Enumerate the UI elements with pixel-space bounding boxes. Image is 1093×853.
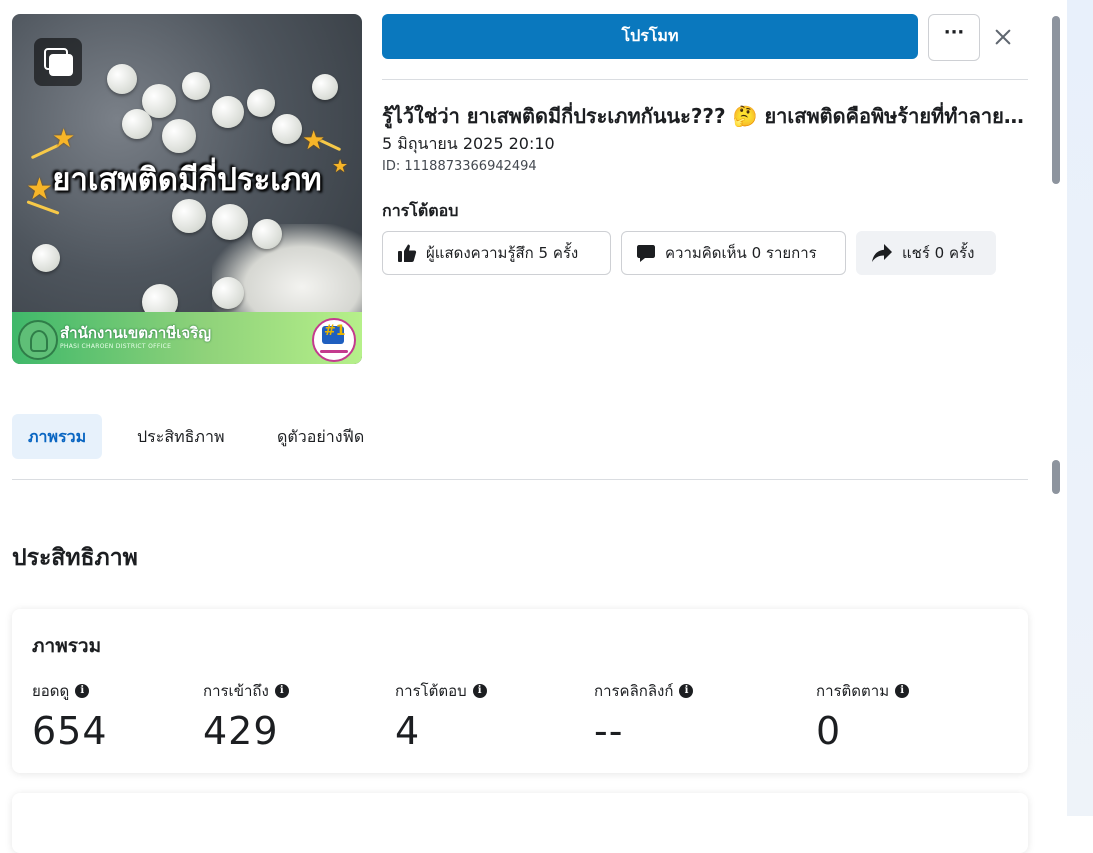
pill-decoration	[252, 219, 282, 249]
post-title: รู้ไว้ใช่ว่า ยาเสพติดมีกี่ประเภทกันนะ???…	[382, 104, 1028, 128]
pill-decoration	[182, 72, 210, 100]
thumbnail-overlay-title: ยาเสพติดมีกี่ประเภท	[52, 162, 322, 198]
next-card	[12, 793, 1028, 853]
scrollbar-thumb[interactable]	[1052, 16, 1060, 184]
pill-decoration	[247, 89, 275, 117]
performance-heading: ประสิทธิภาพ	[12, 545, 138, 571]
close-icon[interactable]	[990, 24, 1016, 50]
shares-button[interactable]: แชร์ 0 ครั้ง	[856, 231, 996, 275]
shares-label: แชร์ 0 ครั้ง	[902, 244, 975, 262]
metric-engagement: การโต้ตอบ i 4	[395, 679, 487, 753]
metric-value: 4	[395, 709, 421, 753]
pill-decoration	[212, 277, 244, 309]
comment-icon	[637, 245, 655, 262]
district-seal-icon	[18, 320, 58, 360]
metric-label: การคลิกลิงก์	[594, 682, 674, 700]
scrollbar-track[interactable]	[1047, 0, 1067, 816]
pill-decoration	[312, 74, 338, 100]
overview-card: ภาพรวม ยอดดู i 654 การเข้าถึง i 429 การโ…	[12, 609, 1028, 773]
pill-decoration	[107, 64, 137, 94]
divider	[12, 479, 1028, 480]
tab-performance[interactable]: ประสิทธิภาพ	[121, 414, 241, 459]
post-thumbnail[interactable]: ★ ★ ★ ★ ยาเสพติดมีกี่ประเภท สำนักงานเขตภ…	[12, 14, 362, 364]
pill-decoration	[162, 119, 196, 153]
pill-decoration	[272, 114, 302, 144]
promote-button[interactable]: โปรโมท	[382, 14, 918, 59]
metric-link-clicks: การคลิกลิงก์ i --	[594, 679, 694, 753]
more-options-button[interactable]: ···	[928, 14, 980, 61]
pill-decoration	[172, 199, 206, 233]
thumbnail-banner: สำนักงานเขตภาษีเจริญ PHASI CHAROEN DISTR…	[12, 312, 362, 364]
metric-views: ยอดดู i 654	[32, 679, 108, 753]
metric-label: การติดตาม	[816, 682, 890, 700]
star-icon: ★	[52, 124, 76, 154]
post-insights-panel: ★ ★ ★ ★ ยาเสพติดมีกี่ประเภท สำนักงานเขตภ…	[0, 0, 1047, 853]
info-icon[interactable]: i	[75, 684, 90, 698]
pill-decoration	[212, 204, 248, 240]
multiple-images-icon	[34, 38, 82, 86]
info-icon[interactable]: i	[679, 684, 694, 698]
metric-reach: การเข้าถึง i 429	[203, 679, 289, 753]
metric-value: 654	[32, 709, 108, 753]
tab-feed-preview[interactable]: ดูตัวอย่างฟีด	[261, 414, 380, 459]
metric-label: ยอดดู	[32, 682, 70, 700]
info-icon[interactable]: i	[472, 684, 487, 698]
info-icon[interactable]: i	[895, 684, 910, 698]
metric-value: --	[594, 709, 624, 753]
post-id: ID: 1118873366942494	[382, 159, 537, 174]
banner-text-en: PHASI CHAROEN DISTRICT OFFICE	[60, 343, 172, 350]
pill-decoration	[122, 109, 152, 139]
metric-follows: การติดตาม i 0	[816, 679, 910, 753]
page-background-strip	[1067, 0, 1093, 816]
overview-card-title: ภาพรวม	[32, 635, 102, 657]
banner-text-th: สำนักงานเขตภาษีเจริญ	[60, 324, 211, 342]
metric-label: การเข้าถึง	[203, 682, 269, 700]
info-icon[interactable]: i	[274, 684, 289, 698]
reactions-button[interactable]: ผู้แสดงความรู้สึก 5 ครั้ง	[382, 231, 611, 275]
post-date: 5 มิถุนายน 2025 20:10	[382, 134, 555, 153]
share-arrow-icon	[872, 244, 892, 262]
reactions-label: ผู้แสดงความรู้สึก 5 ครั้ง	[426, 244, 579, 262]
comments-button[interactable]: ความคิดเห็น 0 รายการ	[621, 231, 846, 275]
metric-value: 0	[816, 709, 842, 753]
campaign-logo-icon: #1	[312, 318, 356, 362]
metric-value: 429	[203, 709, 279, 753]
scrollbar-thumb-secondary[interactable]	[1052, 460, 1060, 494]
pill-decoration	[212, 96, 244, 128]
pill-decoration	[32, 244, 60, 272]
metric-label: การโต้ตอบ	[395, 682, 467, 700]
interactions-label: การโต้ตอบ	[382, 201, 459, 220]
comments-label: ความคิดเห็น 0 รายการ	[665, 244, 817, 262]
divider	[382, 79, 1028, 80]
thumbs-up-icon	[398, 244, 417, 262]
star-icon: ★	[302, 126, 326, 156]
badge-number: #1	[324, 323, 346, 339]
tab-overview[interactable]: ภาพรวม	[12, 414, 103, 459]
